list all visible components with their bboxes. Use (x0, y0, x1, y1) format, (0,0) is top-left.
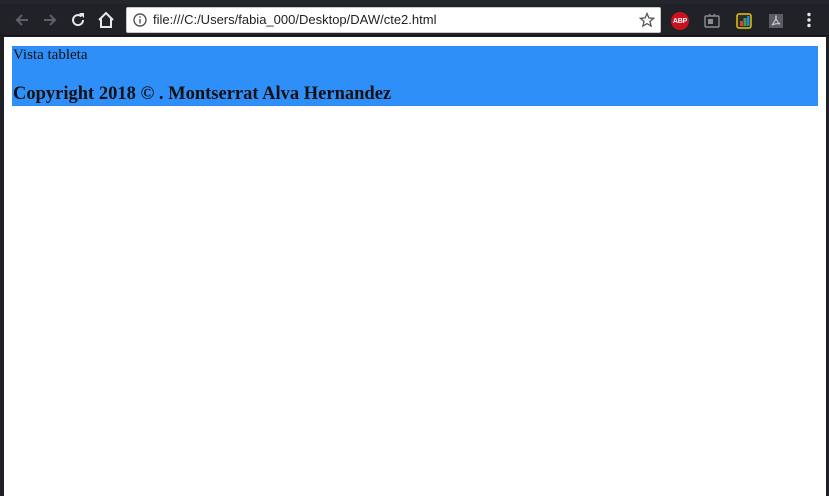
page-body: Vista tableta Copyright 2018 © . Montser… (12, 46, 818, 106)
footer-section: Vista tableta Copyright 2018 © . Montser… (12, 46, 818, 106)
cast-icon (704, 13, 720, 28)
color-picker-extension-icon[interactable] (735, 12, 753, 30)
abp-label: ABP (672, 17, 688, 25)
cast-extension-icon[interactable] (703, 12, 721, 30)
color-picker-icon (736, 13, 752, 29)
copyright-heading: Copyright 2018 © . Montserrat Alva Herna… (13, 84, 392, 104)
reload-button[interactable] (66, 8, 90, 32)
arrow-right-icon (44, 14, 57, 26)
view-label: Vista tableta (13, 47, 88, 63)
abp-extension-icon[interactable]: ABP (671, 12, 689, 30)
forward-button[interactable] (38, 8, 62, 32)
reload-icon (72, 13, 85, 27)
kebab-menu-icon (807, 12, 811, 28)
url-text[interactable]: file:///C:/Users/fabia_000/Desktop/DAW/c… (153, 12, 436, 27)
page-viewport: Vista tableta Copyright 2018 © . Montser… (4, 37, 826, 496)
arrow-left-icon (15, 14, 28, 26)
address-bar[interactable]: file:///C:/Users/fabia_000/Desktop/DAW/c… (126, 7, 661, 33)
browser-toolbar: file:///C:/Users/fabia_000/Desktop/DAW/c… (0, 4, 829, 36)
info-icon[interactable] (133, 13, 147, 27)
home-button[interactable] (94, 8, 118, 32)
browser-menu-button[interactable] (797, 8, 821, 32)
home-icon (98, 11, 114, 28)
star-icon[interactable] (639, 12, 655, 28)
back-button[interactable] (10, 8, 34, 32)
pdf-icon (769, 14, 783, 28)
pdf-extension-icon[interactable] (767, 12, 785, 30)
